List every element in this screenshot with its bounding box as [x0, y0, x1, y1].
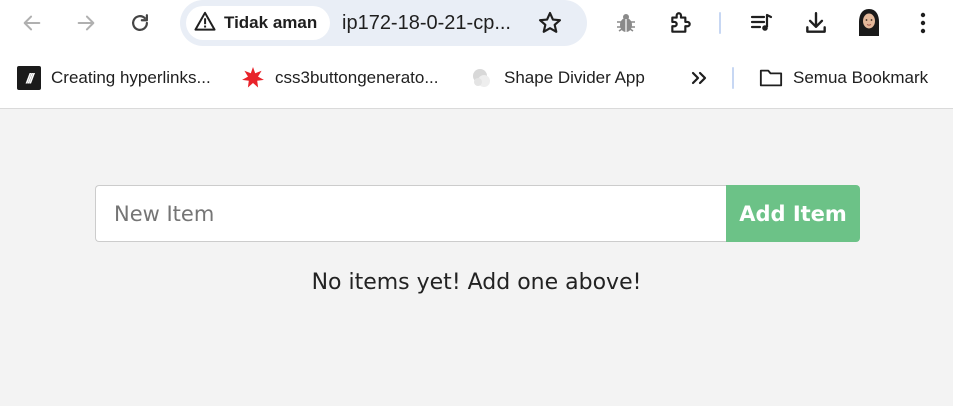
red-star-icon [241, 66, 265, 90]
browser-toolbar: Tidak aman ip172-18-0-21-cp... [0, 0, 953, 46]
url-text[interactable]: ip172-18-0-21-cp... [342, 12, 511, 35]
media-queue-icon[interactable] [747, 9, 775, 37]
empty-list-message: No items yet! Add one above! [311, 270, 642, 295]
bookmark-star-icon[interactable] [537, 10, 563, 41]
bookmark-creating-hyperlinks[interactable]: /// Creating hyperlinks... [17, 66, 211, 90]
double-chevron-right-icon[interactable] [686, 66, 712, 90]
new-item-input[interactable] [95, 185, 726, 242]
all-bookmarks-button[interactable]: Semua Bookmark [759, 66, 928, 90]
bookmark-css3buttongenerator[interactable]: css3buttongenerato... [241, 66, 439, 90]
add-item-form: Add Item [95, 185, 860, 242]
extensions-puzzle-icon[interactable] [666, 8, 696, 38]
bookmark-shape-divider-app[interactable]: Shape Divider App [470, 66, 645, 90]
m-logo-icon: /// [17, 66, 41, 90]
menu-kebab-icon[interactable] [910, 9, 936, 37]
bookmarks-divider [732, 67, 734, 89]
bookmark-label: Shape Divider App [504, 68, 645, 87]
security-indicator[interactable]: Tidak aman [186, 6, 331, 40]
bookmark-label: css3buttongenerato... [275, 68, 439, 87]
downloads-icon[interactable] [801, 8, 831, 38]
forward-arrow-icon[interactable] [72, 9, 100, 37]
back-arrow-icon[interactable] [18, 9, 46, 37]
toolbar-divider [719, 12, 721, 34]
shape-divider-logo-icon [470, 66, 494, 90]
warning-triangle-icon [194, 11, 216, 36]
bookmark-label: Creating hyperlinks... [51, 68, 211, 87]
bookmarks-bar: /// Creating hyperlinks... css3buttongen… [0, 46, 953, 109]
address-bar[interactable]: Tidak aman ip172-18-0-21-cp... [180, 0, 587, 46]
page-content: Add Item No items yet! Add one above! [0, 110, 953, 406]
folder-icon [759, 66, 783, 90]
bug-extension-icon[interactable] [612, 9, 640, 37]
security-label: Tidak aman [224, 13, 318, 32]
profile-avatar-icon[interactable] [854, 7, 884, 39]
all-bookmarks-label: Semua Bookmark [793, 68, 929, 87]
add-item-button[interactable]: Add Item [726, 185, 860, 242]
reload-icon[interactable] [126, 9, 154, 37]
